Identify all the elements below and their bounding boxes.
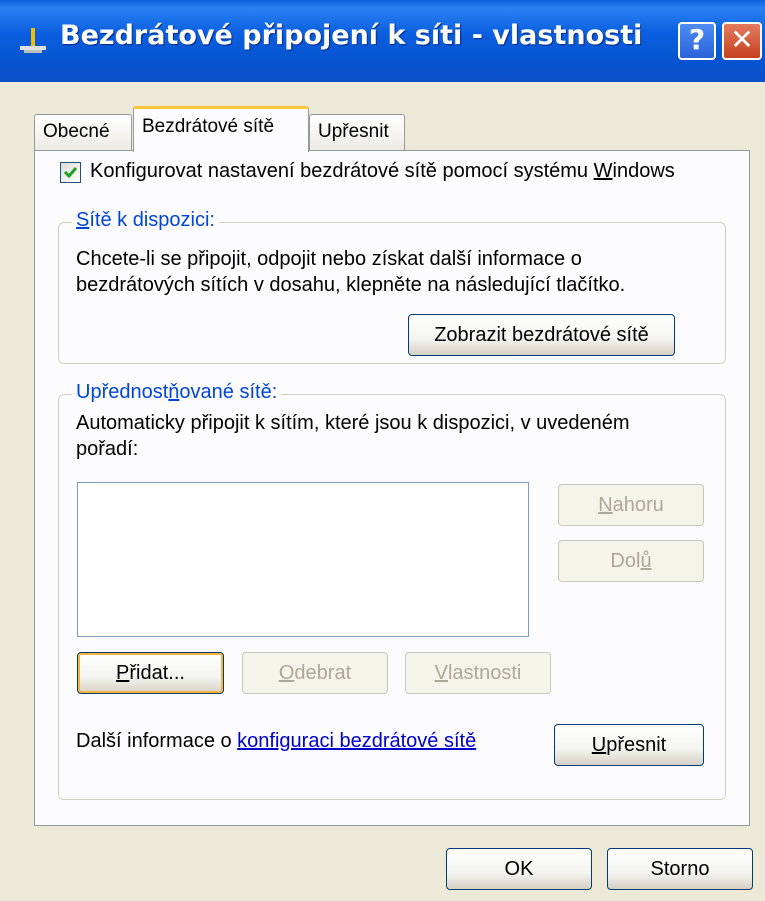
wireless-network-icon bbox=[20, 28, 46, 53]
help-button[interactable]: ? bbox=[678, 22, 716, 60]
more-info-text: Další informace o konfiguraci bezdrátové… bbox=[76, 730, 477, 752]
properties-button[interactable]: Vlastnosti bbox=[405, 652, 551, 694]
move-up-button[interactable]: Nahoru bbox=[558, 484, 704, 526]
add-button[interactable]: Přidat... bbox=[77, 652, 224, 694]
preferred-networks-legend: Upřednostňované sítě: bbox=[72, 381, 282, 404]
advanced-button[interactable]: Upřesnit bbox=[554, 724, 704, 766]
remove-button[interactable]: Odebrat bbox=[242, 652, 388, 694]
ok-button[interactable]: OK bbox=[446, 848, 592, 890]
close-button[interactable]: ✕ bbox=[722, 22, 762, 60]
title-bar[interactable]: Bezdrátové připojení k síti - vlastnosti… bbox=[0, 0, 765, 82]
view-wireless-networks-button[interactable]: Zobrazit bezdrátové sítě bbox=[408, 314, 675, 356]
cancel-button[interactable]: Storno bbox=[607, 848, 753, 890]
move-down-button[interactable]: Dolů bbox=[558, 540, 704, 582]
configure-windows-label[interactable]: Konfigurovat nastavení bezdrátové sítě p… bbox=[90, 160, 675, 183]
window-title: Bezdrátové připojení k síti - vlastnosti bbox=[60, 20, 643, 51]
configure-windows-checkbox[interactable] bbox=[60, 162, 81, 183]
preferred-networks-list[interactable] bbox=[77, 482, 529, 637]
preferred-networks-description-line2: pořadí: bbox=[76, 438, 139, 460]
available-networks-description-line2: bezdrátových sítích v dosahu, klepněte n… bbox=[76, 274, 626, 296]
tab-advanced[interactable]: Upřesnit bbox=[309, 114, 405, 150]
tab-general[interactable]: Obecné bbox=[34, 114, 132, 150]
tab-wireless-networks[interactable]: Bezdrátové sítě bbox=[133, 106, 309, 152]
wireless-configuration-link[interactable]: konfiguraci bezdrátové sítě bbox=[237, 730, 476, 752]
available-networks-description-line1: Chcete-li se připojit, odpojit nebo získ… bbox=[76, 248, 582, 270]
preferred-networks-description-line1: Automaticky připojit k sítím, které jsou… bbox=[76, 412, 630, 434]
checkmark-icon bbox=[63, 167, 78, 179]
available-networks-legend: Sítě k dispozici: bbox=[72, 209, 219, 232]
properties-dialog: Bezdrátové připojení k síti - vlastnosti… bbox=[0, 0, 765, 901]
